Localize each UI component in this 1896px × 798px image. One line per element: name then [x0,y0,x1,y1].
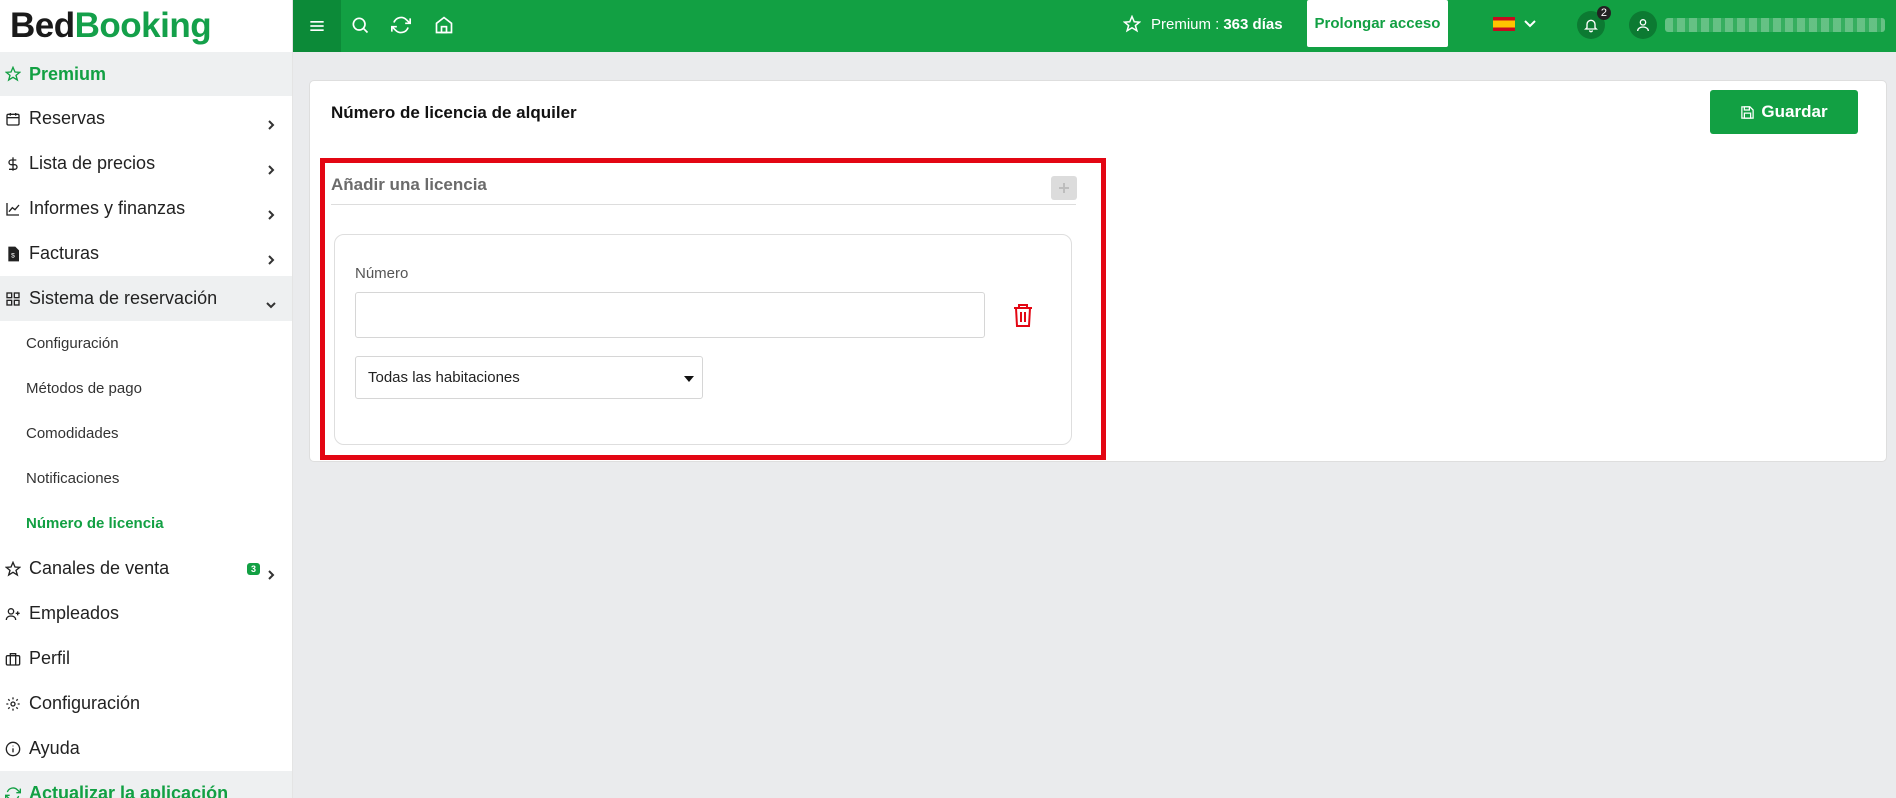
sidebar-subitem-metodos-de-pago[interactable]: Métodos de pago [0,366,292,411]
sidebar-item-label: Canales de venta [29,558,170,578]
sidebar-item-canales-de-venta[interactable]: Canales de venta 3 [0,546,292,591]
invoice-icon: $ [4,245,22,263]
star-icon [4,65,22,83]
sidebar-item-perfil[interactable]: Perfil [0,636,292,681]
number-field-label: Número [355,265,409,282]
user-plus-icon [4,605,22,623]
save-button-label: Guardar [1761,102,1828,121]
premium-label: Premium : [1151,15,1220,33]
premium-days: 363 días [1223,15,1283,33]
sidebar-subitem-notificaciones[interactable]: Notificaciones [0,456,292,501]
chevron-down-icon [266,294,276,308]
sidebar: Bed Booking Premium Reservas Lista de pre… [0,0,293,798]
sidebar-item-label: Sistema de reservación [29,288,218,308]
star-icon [1123,15,1141,33]
save-button[interactable]: Guardar [1710,90,1858,134]
home-icon[interactable] [431,12,457,38]
room-select-dropdown[interactable]: Todas las habitaciones [355,356,703,399]
sidebar-item-informes[interactable]: Informes y finanzas [0,186,292,231]
app-logo[interactable]: Bed Booking [0,0,292,52]
calendar-icon [4,110,22,128]
channels-count-badge: 3 [246,562,260,575]
sidebar-subitem-configuracion[interactable]: Configuración [0,321,292,366]
license-entry: Número Todas las habitaciones [334,234,1072,445]
save-icon [1741,105,1755,119]
room-select-value: Todas las habitaciones [368,369,520,386]
info-icon [4,740,22,758]
refresh-icon[interactable] [388,12,414,38]
logo-text-booking: Booking [74,6,212,45]
plus-icon [1059,183,1069,193]
refresh-icon [4,785,22,798]
chevron-right-icon [266,114,276,130]
sidebar-item-label: Configuración [29,693,141,713]
premium-status: Premium : 363 días [1123,15,1283,33]
chevron-right-icon [266,249,276,265]
sidebar-item-reservas[interactable]: Reservas [0,96,292,141]
chevron-right-icon [266,159,276,175]
section-title: Añadir una licencia [331,175,487,194]
chevron-down-icon[interactable] [1523,16,1537,30]
sidebar-item-label: Empleados [29,603,120,623]
license-number-input[interactable] [355,292,985,338]
add-license-header: Añadir una licencia [331,172,1077,205]
briefcase-icon [4,650,22,668]
top-bar: Premium : 363 días Prolongar acceso 2 [293,0,1896,52]
page-title: Número de licencia de alquiler [331,103,577,122]
sidebar-item-update-app[interactable]: Actualizar la aplicación [0,771,292,798]
sidebar-subitem-numero-de-licencia[interactable]: Número de licencia [0,501,292,546]
spain-flag-icon[interactable] [1493,17,1515,31]
star-icon [4,560,22,578]
sidebar-item-label: Lista de precios [29,153,156,173]
sidebar-item-label: Premium [29,63,107,84]
user-icon [1637,19,1649,32]
user-avatar[interactable] [1629,11,1657,39]
gear-icon [4,695,22,713]
extend-access-button[interactable]: Prolongar acceso [1307,0,1448,47]
grid-icon [4,290,22,308]
sidebar-item-empleados[interactable]: Empleados [0,591,292,636]
sidebar-item-premium[interactable]: Premium [0,52,292,96]
sidebar-item-facturas[interactable]: $ Facturas [0,231,292,276]
sidebar-item-configuracion[interactable]: Configuración [0,681,292,726]
chevron-right-icon [266,204,276,220]
caret-down-icon [684,376,694,382]
sidebar-item-label: Informes y finanzas [29,198,186,218]
hamburger-menu-icon[interactable] [293,0,341,52]
search-icon[interactable] [347,12,373,38]
sidebar-item-label: Facturas [29,243,100,263]
dollar-icon [4,155,22,173]
notifications-button[interactable]: 2 [1577,6,1611,39]
chevron-right-icon [266,564,276,580]
chart-icon [4,200,22,218]
svg-text:$: $ [11,252,15,259]
sidebar-item-sistema-de-reservacion[interactable]: Sistema de reservación [0,276,292,321]
sidebar-subitem-comodidades[interactable]: Comodidades [0,411,292,456]
sidebar-item-lista-de-precios[interactable]: Lista de precios [0,141,292,186]
sidebar-item-label: Actualizar la aplicación [29,783,229,798]
notification-count-badge: 2 [1596,6,1611,20]
user-name-blurred[interactable] [1665,18,1885,32]
sidebar-item-ayuda[interactable]: Ayuda [0,726,292,771]
bell-icon [1584,19,1598,33]
trash-icon[interactable] [1011,302,1035,328]
sidebar-item-label: Reservas [29,108,106,128]
logo-text-bed: Bed [10,6,75,45]
add-license-button[interactable] [1051,176,1077,200]
sidebar-item-label: Ayuda [29,738,80,758]
sidebar-item-label: Perfil [29,648,71,668]
